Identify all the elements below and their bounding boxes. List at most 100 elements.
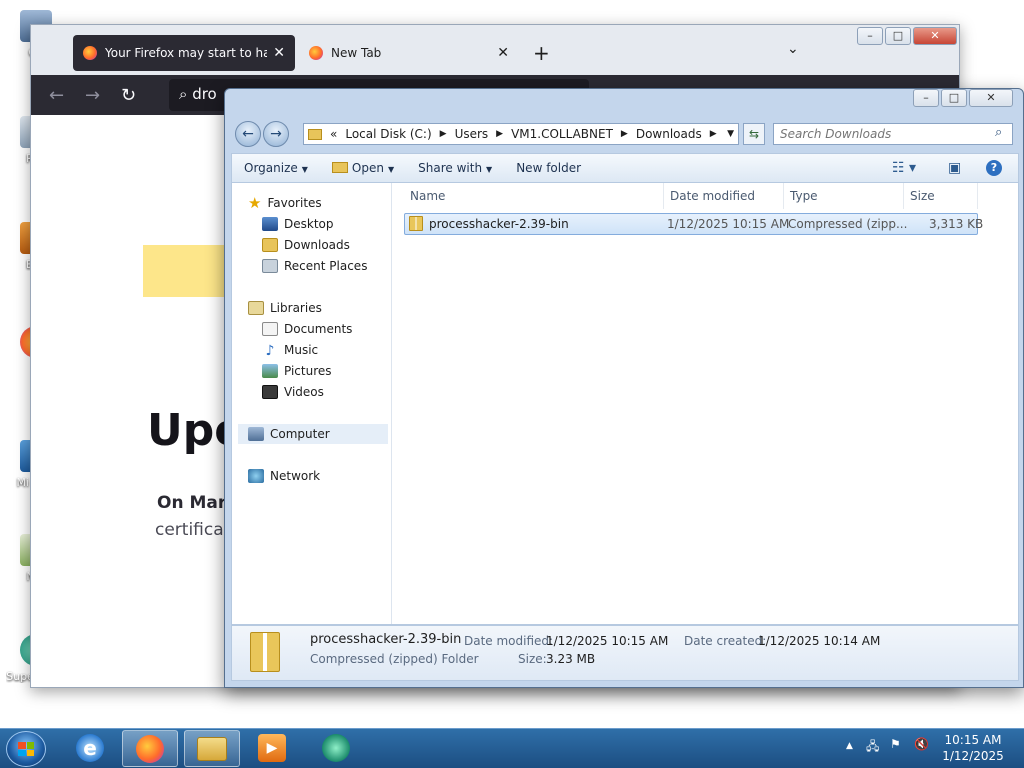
maximize-button[interactable]: □ <box>941 89 967 107</box>
nav-pictures[interactable]: Pictures <box>262 361 332 381</box>
details-size: 3.23 MB <box>546 652 596 666</box>
music-icon: ♪ <box>265 343 275 359</box>
address-row: ← → « Local Disk (C:) ▶ Users ▶ VM1.COLL… <box>233 121 1013 147</box>
internet-explorer-icon: e <box>76 734 104 762</box>
firefox-tab-new-tab[interactable]: New Tab ✕ <box>299 35 519 71</box>
details-date-modified-label: Date modified: <box>464 634 554 648</box>
volume-muted-icon[interactable]: 🔇 <box>914 737 929 751</box>
file-name: processhacker-2.39-bin <box>429 217 569 231</box>
chevron-down-icon[interactable]: ▼ <box>727 129 734 139</box>
column-header-size[interactable]: Size <box>904 183 978 209</box>
tab-title: Your Firefox may start to have p <box>105 46 268 60</box>
breadcrumb-user-folder[interactable]: VM1.COLLABNET <box>511 127 613 141</box>
nav-computer[interactable]: Computer <box>238 424 388 444</box>
videos-icon <box>262 385 278 399</box>
address-bar[interactable]: « Local Disk (C:) ▶ Users ▶ VM1.COLLABNE… <box>303 123 739 145</box>
tab-close-icon[interactable]: ✕ <box>273 45 285 61</box>
network-icon <box>248 469 264 483</box>
minimize-button[interactable]: – <box>913 89 939 107</box>
nav-recent-places[interactable]: Recent Places <box>262 256 367 276</box>
url-text: dro <box>192 85 217 103</box>
preview-pane-icon[interactable]: ▣ <box>948 160 961 176</box>
file-row[interactable]: processhacker-2.39-bin 1/12/2025 10:15 A… <box>404 213 983 235</box>
yellow-banner <box>143 245 233 297</box>
firefox-tab-active[interactable]: Your Firefox may start to have p ✕ <box>73 35 295 71</box>
tab-close-icon[interactable]: ✕ <box>497 45 509 61</box>
taskbar: e ▶ ▲ 🖧 ⚑ 🔇 10:15 AM 1/12/2025 <box>0 728 1024 768</box>
taskbar-internet-explorer[interactable]: e <box>62 730 118 767</box>
breadcrumb-local-disk[interactable]: Local Disk (C:) <box>345 127 431 141</box>
clock-date: 1/12/2025 <box>942 749 1004 763</box>
downloads-folder-icon <box>262 238 278 252</box>
close-button[interactable]: ✕ <box>969 89 1013 107</box>
taskbar-clock[interactable]: 10:15 AM 1/12/2025 <box>936 732 1010 764</box>
nav-network[interactable]: Network <box>248 466 320 486</box>
breadcrumb-overflow[interactable]: « <box>330 127 337 141</box>
clock-time: 10:15 AM <box>944 733 1002 747</box>
action-center-flag-icon[interactable]: ⚑ <box>890 737 901 751</box>
back-icon[interactable]: ← <box>235 121 261 147</box>
explorer-title-bar[interactable]: – □ ✕ <box>225 89 1023 111</box>
share-with-button[interactable]: Share with ▼ <box>418 161 492 175</box>
column-header-date-modified[interactable]: Date modified <box>664 183 784 209</box>
chevron-right-icon[interactable]: ▶ <box>710 129 717 139</box>
new-folder-button[interactable]: New folder <box>516 161 581 175</box>
taskbar-app[interactable] <box>308 730 364 767</box>
nav-libraries[interactable]: Libraries <box>248 298 322 318</box>
nav-documents[interactable]: Documents <box>262 319 352 339</box>
column-header-type[interactable]: Type <box>784 183 904 209</box>
chevron-right-icon[interactable]: ▶ <box>496 129 503 139</box>
tab-title: New Tab <box>331 46 382 60</box>
folder-icon <box>197 737 227 761</box>
details-file-type: Compressed (zipped) Folder <box>310 652 479 666</box>
help-icon[interactable]: ? <box>986 160 1002 176</box>
column-header-name[interactable]: Name <box>404 183 664 209</box>
details-size-label: Size: <box>518 652 547 666</box>
forward-icon[interactable]: → <box>263 121 289 147</box>
reload-icon[interactable]: ↻ <box>121 85 136 106</box>
network-tray-icon[interactable]: 🖧 <box>866 737 879 758</box>
desktop-icon <box>262 217 278 231</box>
open-button[interactable]: Open ▼ <box>331 161 394 175</box>
chevron-right-icon[interactable]: ▶ <box>621 129 628 139</box>
refresh-icon[interactable]: ⇆ <box>743 123 765 145</box>
zip-folder-icon <box>250 632 280 672</box>
new-tab-button[interactable]: + <box>533 41 550 65</box>
start-button[interactable] <box>6 731 46 767</box>
taskbar-media-player[interactable]: ▶ <box>244 730 300 767</box>
search-icon[interactable]: ⌕ <box>995 125 1002 140</box>
nav-downloads[interactable]: Downloads <box>262 235 350 255</box>
list-all-tabs-icon[interactable]: ⌄ <box>787 41 799 57</box>
view-options-icon[interactable]: ☷ ▾ <box>892 160 916 176</box>
show-hidden-icons-icon[interactable]: ▲ <box>846 741 853 751</box>
star-icon: ★ <box>248 194 262 212</box>
taskbar-explorer[interactable] <box>184 730 240 767</box>
nav-favorites[interactable]: ★ Favorites <box>248 193 322 213</box>
details-date-created-label: Date created: <box>684 634 767 648</box>
back-icon[interactable]: ← <box>49 85 64 106</box>
file-size: 3,313 KB <box>929 217 984 231</box>
computer-icon <box>248 427 264 441</box>
chevron-right-icon[interactable]: ▶ <box>440 129 447 139</box>
search-input[interactable] <box>773 123 1013 145</box>
breadcrumb-downloads[interactable]: Downloads <box>636 127 702 141</box>
forward-icon[interactable]: → <box>85 85 100 106</box>
firefox-icon <box>309 46 323 60</box>
taskbar-firefox[interactable] <box>122 730 178 767</box>
breadcrumb-users[interactable]: Users <box>455 127 489 141</box>
libraries-icon <box>248 301 264 315</box>
file-date-modified: 1/12/2025 10:15 AM <box>667 217 790 231</box>
folder-open-icon <box>331 162 348 173</box>
nav-videos[interactable]: Videos <box>262 382 324 402</box>
firefox-window-controls: – □ ✕ <box>857 27 957 45</box>
windows-logo-icon <box>18 742 34 756</box>
navigation-pane: ★ Favorites Desktop Downloads Recent Plac… <box>232 183 392 624</box>
organize-button[interactable]: Organize ▼ <box>244 161 308 175</box>
documents-icon <box>262 322 278 336</box>
folder-icon <box>308 128 322 140</box>
maximize-button[interactable]: □ <box>885 27 911 45</box>
close-button[interactable]: ✕ <box>913 27 957 45</box>
minimize-button[interactable]: – <box>857 27 883 45</box>
nav-music[interactable]: ♪ Music <box>262 340 319 360</box>
nav-desktop[interactable]: Desktop <box>262 214 334 234</box>
